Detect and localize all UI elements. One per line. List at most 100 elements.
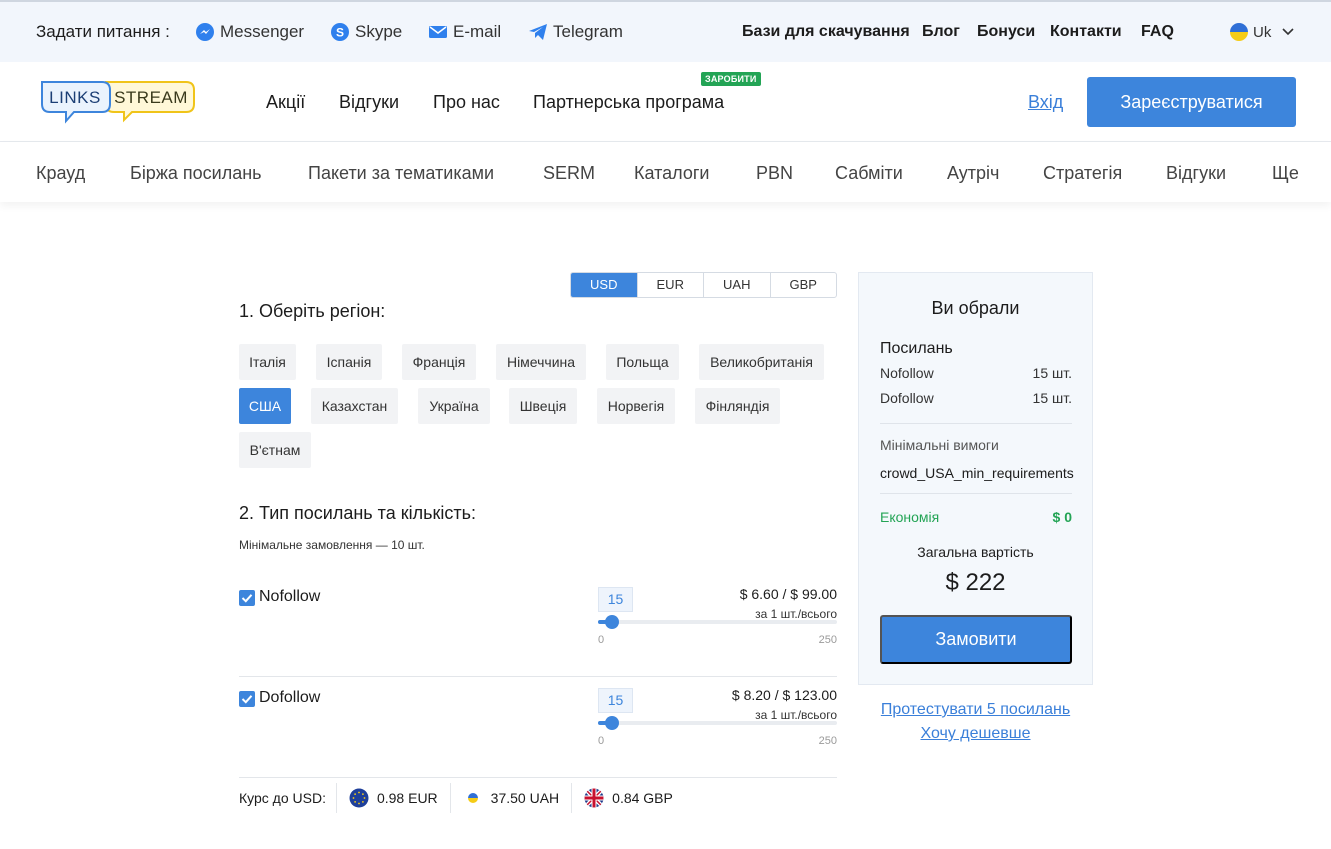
service-outreach[interactable]: Аутріч [947, 163, 999, 184]
service-more[interactable]: Ще [1272, 163, 1299, 184]
register-button[interactable]: Зареєструватися [1087, 77, 1296, 127]
dofollow-slider-min: 0 [598, 735, 605, 747]
checkmark-icon [241, 695, 253, 704]
bonuses-link[interactable]: Бонуси [977, 23, 1035, 41]
eu-flag-icon [349, 788, 369, 808]
nofollow-slider-min: 0 [598, 634, 605, 646]
logo-text-links: LINKS [49, 88, 101, 107]
summary-row-label: Dofollow [880, 390, 934, 406]
total-value: $ 222 [945, 569, 1006, 596]
total-label: Загальна вартість [917, 544, 1034, 560]
rate-gbp: 0.84 GBP [571, 783, 685, 813]
region-kazakhstan[interactable]: Казахстан [311, 388, 398, 424]
dofollow-label: Dofollow [259, 689, 321, 706]
summary-row-label: Nofollow [880, 365, 934, 381]
nofollow-checkbox[interactable] [239, 590, 255, 606]
rate-uah: 37.50 UAH [449, 783, 571, 813]
nofollow-slider-max: 250 [818, 634, 837, 646]
dofollow-price: $ 8.20 / $ 123.00 [731, 687, 837, 703]
region-france[interactable]: Франція [402, 344, 476, 380]
svg-text:S: S [336, 26, 344, 40]
region-spain[interactable]: Іспанія [316, 344, 382, 380]
currency-uah[interactable]: UAH [703, 273, 770, 297]
ask-question-label: Задати питання : [36, 22, 170, 41]
currency-switcher: USD EUR UAH GBP [570, 272, 837, 298]
region-italy[interactable]: Італія [239, 344, 296, 380]
min-requirements-label: Мінімальні вимоги [880, 437, 999, 453]
currency-eur[interactable]: EUR [636, 273, 704, 297]
step2-heading: 2. Тип посилань та кількість: [239, 503, 476, 523]
currency-gbp[interactable]: GBP [769, 273, 837, 297]
download-bases-link[interactable]: Бази для скачування [742, 23, 910, 41]
test-links-link[interactable]: Протестувати 5 посилань [858, 701, 1093, 719]
service-strategy[interactable]: Стратегія [1043, 163, 1122, 184]
region-usa[interactable]: США [239, 388, 291, 424]
nofollow-slider[interactable] [598, 615, 837, 629]
region-vietnam[interactable]: В'єтнам [239, 432, 311, 468]
dofollow-price-unit: за 1 шт./всього [755, 708, 837, 722]
dofollow-qty-input[interactable]: 15 [598, 688, 633, 713]
skype-link[interactable]: S Skype [330, 22, 402, 42]
summary-divider [880, 423, 1072, 424]
region-uk[interactable]: Великобританія [699, 344, 824, 380]
service-reviews[interactable]: Відгуки [1166, 163, 1226, 184]
order-button[interactable]: Замовити [880, 615, 1072, 664]
dofollow-slider[interactable] [598, 716, 837, 730]
nav-about[interactable]: Про нас [433, 92, 500, 113]
nofollow-price-unit: за 1 шт./всього [755, 607, 837, 621]
contacts-link[interactable]: Контакти [1050, 23, 1122, 41]
nav-partner-program[interactable]: Партнерська програма [533, 92, 724, 113]
nav-promotions[interactable]: Акції [266, 92, 305, 113]
nofollow-label: Nofollow [259, 588, 321, 605]
economy-value: $ 0 [1052, 509, 1072, 525]
uk-flag-icon [584, 788, 604, 808]
economy-label: Економія [880, 509, 940, 525]
email-label: E-mail [453, 22, 502, 41]
region-norway[interactable]: Норвегія [597, 388, 675, 424]
rate-gbp-value: 0.84 GBP [612, 790, 673, 806]
blog-link[interactable]: Блог [922, 23, 960, 41]
service-submits[interactable]: Сабміти [835, 163, 903, 184]
main-header: LINKS STREAM Акції Відгуки Про нас Партн… [0, 62, 1331, 142]
region-germany[interactable]: Німеччина [496, 344, 586, 380]
region-ukraine[interactable]: Україна [418, 388, 490, 424]
dofollow-slider-thumb[interactable] [605, 716, 620, 730]
faq-link[interactable]: FAQ [1141, 23, 1174, 41]
skype-label: Skype [355, 22, 403, 41]
messenger-link[interactable]: Messenger [195, 22, 304, 42]
nav-reviews[interactable]: Відгуки [339, 92, 399, 113]
ukraine-flag-icon [1230, 23, 1248, 41]
telegram-link[interactable]: Telegram [528, 22, 623, 42]
top-bar: Задати питання : Messenger S Skype E-mai… [0, 0, 1331, 62]
email-link[interactable]: E-mail [428, 22, 501, 42]
link-type-row-nofollow: Nofollow 15 $ 6.60 / $ 99.00 за 1 шт./вс… [239, 576, 837, 677]
nofollow-slider-thumb[interactable] [605, 615, 620, 629]
logo-text-stream: STREAM [114, 88, 188, 107]
summary-row-dofollow: Dofollow 15 шт. [880, 390, 1072, 406]
service-topic-packages[interactable]: Пакети за тематиками [308, 163, 494, 184]
nofollow-qty-input[interactable]: 15 [598, 587, 633, 612]
login-link[interactable]: Вхід [1028, 92, 1063, 113]
region-finland[interactable]: Фінляндія [695, 388, 780, 424]
messenger-icon [196, 23, 214, 41]
order-summary: Ви обрали Посилань Nofollow 15 шт. Dofol… [858, 272, 1093, 685]
dofollow-checkbox[interactable] [239, 691, 255, 707]
currency-usd[interactable]: USD [571, 273, 637, 297]
min-requirements-value: crowd_USA_min_requirements [880, 465, 1074, 481]
rates-label: Курс до USD: [239, 790, 326, 806]
earn-badge: ЗАРОБИТИ [701, 72, 761, 86]
service-catalogs[interactable]: Каталоги [634, 163, 710, 184]
service-pbn[interactable]: PBN [756, 163, 793, 184]
linksstream-logo[interactable]: LINKS STREAM [36, 78, 198, 128]
summary-title: Ви обрали [931, 298, 1020, 318]
want-cheaper-link[interactable]: Хочу дешевше [858, 725, 1093, 743]
service-link-exchange[interactable]: Біржа посилань [130, 163, 262, 184]
chevron-down-icon [1282, 28, 1294, 36]
ukraine-flag-icon [467, 793, 478, 803]
service-crowd[interactable]: Крауд [36, 163, 85, 184]
region-sweden[interactable]: Швеція [509, 388, 577, 424]
email-icon [429, 26, 447, 38]
region-poland[interactable]: Польща [606, 344, 679, 380]
service-serm[interactable]: SERM [543, 163, 595, 184]
language-selector[interactable]: Uk [1230, 23, 1298, 41]
